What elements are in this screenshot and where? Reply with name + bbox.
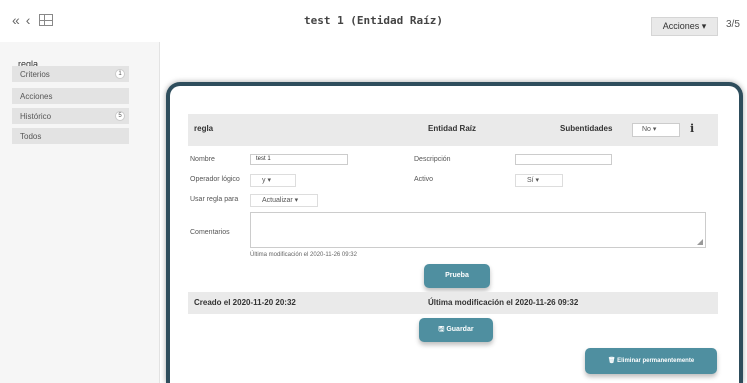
comentarios-textarea[interactable] xyxy=(250,212,706,248)
rule-form-card: regla Entidad Raíz Subentidades No ▾ i N… xyxy=(166,82,743,383)
resize-handle[interactable] xyxy=(697,239,703,245)
nombre-input[interactable]: test 1 xyxy=(250,154,348,165)
sidebar-item-label: Histórico xyxy=(20,112,52,121)
usar-select[interactable]: Actualizar ▾ xyxy=(250,194,318,207)
record-pager: 3/5 xyxy=(726,19,740,30)
sidebar-item-todos[interactable]: Todos xyxy=(12,128,129,145)
sidebar-item-label: Criterios xyxy=(20,70,50,79)
sidebar-item-historico[interactable]: Histórico 5 xyxy=(12,108,129,125)
created-text: Creado el 2020-11-20 20:32 xyxy=(194,298,296,307)
meta-row: Creado el 2020-11-20 20:32 Última modifi… xyxy=(188,292,718,314)
usar-label: Usar regla para xyxy=(190,196,239,203)
form-header-row: regla Entidad Raíz Subentidades No ▾ i xyxy=(188,114,718,146)
eliminar-button[interactable]: 🗑 Eliminar permanentemente xyxy=(585,348,717,374)
sidebar-item-label: Todos xyxy=(20,132,42,141)
sidebar-item-criterios[interactable]: Criterios 1 xyxy=(12,66,129,83)
prueba-button[interactable]: Prueba xyxy=(424,264,490,288)
app-root: « ‹ test 1 (Entidad Raíz) Acciones ▾ 3/5… xyxy=(0,0,747,383)
sidebar-item-acciones[interactable]: Acciones xyxy=(12,88,129,105)
subentities-select[interactable]: No ▾ xyxy=(632,123,680,137)
last-modified-note: Última modificación el 2020-11-26 09:32 xyxy=(250,252,357,258)
info-icon[interactable]: i xyxy=(690,122,694,135)
descripcion-input[interactable] xyxy=(515,154,612,165)
activo-select[interactable]: Sí ▾ xyxy=(515,174,563,187)
modified-text: Última modificación el 2020-11-26 09:32 xyxy=(428,298,579,307)
sidebar: regla Criterios 1 Acciones Histórico 5 T… xyxy=(0,42,160,383)
comentarios-label: Comentarios xyxy=(190,229,230,236)
operador-label: Operador lógico xyxy=(190,176,240,183)
nombre-label: Nombre xyxy=(190,156,215,163)
page-title: test 1 (Entidad Raíz) xyxy=(303,14,444,27)
count-badge: 1 xyxy=(115,69,125,79)
subentities-label: Subentidades xyxy=(560,124,613,133)
activo-label: Activo xyxy=(414,176,434,183)
operador-select[interactable]: y ▾ xyxy=(250,174,296,187)
sidebar-item-label: Acciones xyxy=(20,92,53,101)
guardar-button[interactable]: 🖫 Guardar xyxy=(419,318,493,342)
top-bar: « ‹ test 1 (Entidad Raíz) Acciones ▾ 3/5 xyxy=(0,0,747,42)
actions-dropdown[interactable]: Acciones ▾ xyxy=(651,17,718,36)
section-title: regla xyxy=(194,124,214,133)
count-badge: 5 xyxy=(115,111,125,121)
descripcion-label: Descripción xyxy=(414,156,451,163)
entity-label: Entidad Raíz xyxy=(428,124,477,133)
